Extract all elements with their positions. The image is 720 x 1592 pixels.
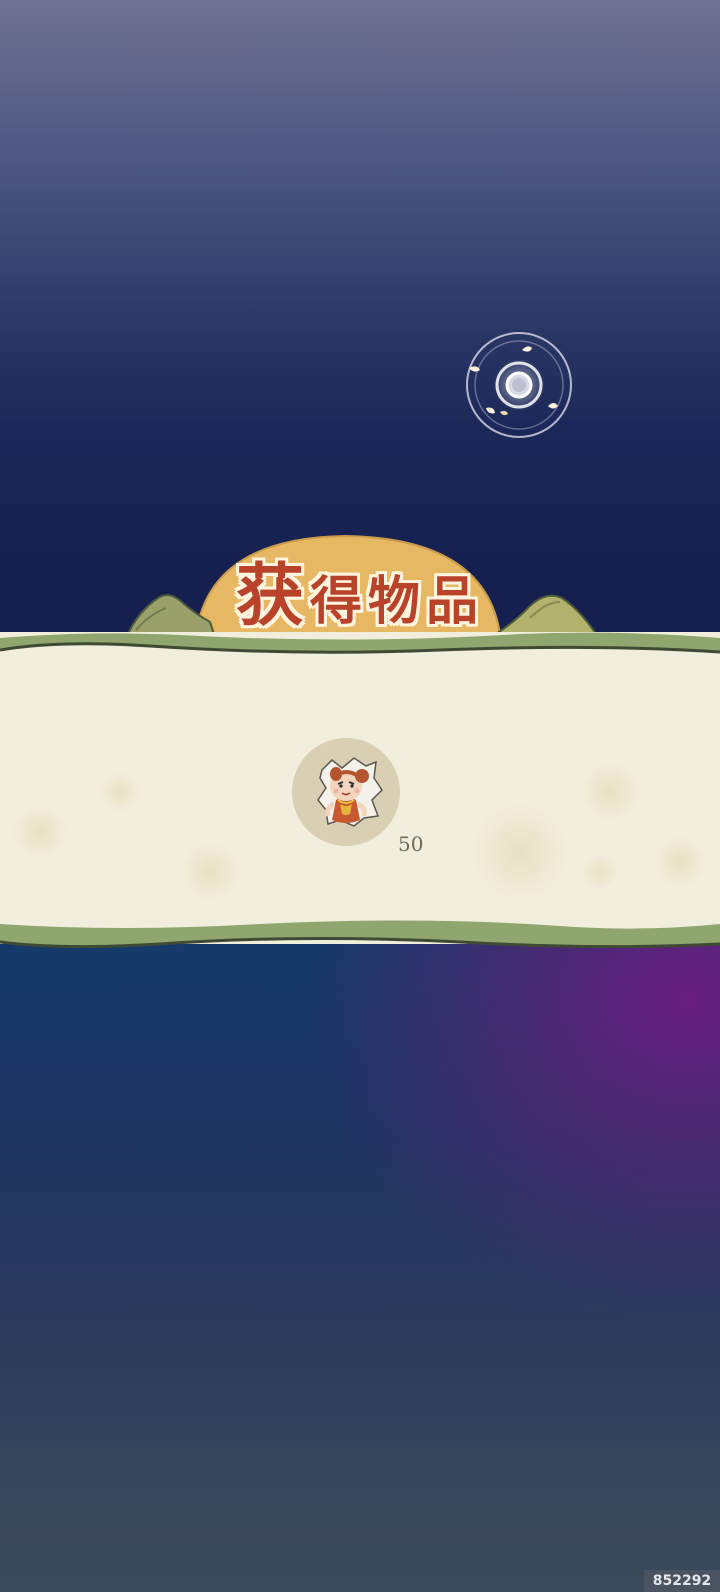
child-character-icon [292,738,400,846]
watermark-id: 852292 [644,1570,720,1592]
reward-item-slot[interactable] [292,734,400,858]
spiral-circle-icon [466,332,572,438]
title-obtained-items: 获得物品 [0,540,720,639]
purple-gradient-background [0,940,720,1592]
title-first-char: 获 [235,556,310,636]
title-rest: 得物品 [310,571,485,632]
skip-button[interactable] [464,330,574,440]
item-count: 50 [398,832,424,856]
